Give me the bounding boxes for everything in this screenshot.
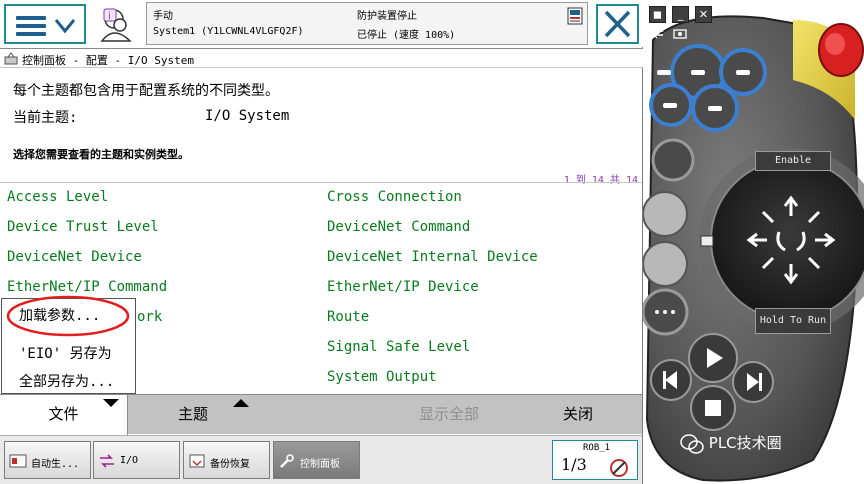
status-bar[interactable]: 手动 System1 (Y1LCWNL4VLGFQ2F) 防护装置停止 已停止 … <box>146 2 588 45</box>
task-backup-restore[interactable]: 备份恢复 <box>183 441 270 479</box>
svg-text:i: i <box>108 11 111 22</box>
command-bar: 文件 主题 显示全部 关闭 <box>0 394 642 435</box>
taskbar: 自动生... I/O 备份恢复 控制面板 ROB_1 1/3 <box>0 435 642 484</box>
topic-item[interactable]: Access Level <box>7 189 108 205</box>
chevron-down-icon <box>54 19 76 34</box>
enable-button[interactable]: Enable <box>755 151 831 171</box>
save-all-as-item[interactable]: 全部另存为... <box>19 371 114 391</box>
close-window-button[interactable] <box>596 4 639 44</box>
topic-item[interactable]: DeviceNet Device <box>7 249 142 265</box>
run-status: 已停止 (速度 100%) <box>357 30 456 41</box>
virtual-pendant: ◼ _ ✕ Enable Hold To Run <box>643 0 864 484</box>
camera-icon[interactable] <box>673 27 687 39</box>
mode-status: 手动 <box>153 11 173 22</box>
file-label: 文件 <box>48 405 79 423</box>
topic-item[interactable]: Cross Connection <box>327 189 462 205</box>
quickset-button[interactable]: ROB_1 1/3 <box>552 440 638 480</box>
system-name: System1 (Y1LCWNL4VLGFQ2F) <box>153 26 304 37</box>
wechat-icon <box>680 433 704 454</box>
show-all-button[interactable]: 显示全部 <box>384 395 514 435</box>
current-topic-label: 当前主题: <box>13 110 78 126</box>
guard-status: 防护装置停止 <box>357 11 417 22</box>
control-panel-icon <box>4 52 18 65</box>
topic-menu-button[interactable]: 主题 <box>129 395 257 435</box>
flexpendant-screen: i 手动 System1 (Y1LCWNL4VLGFQ2F) 防护装置停止 已停… <box>0 0 643 484</box>
production-window-icon <box>9 454 27 468</box>
topic-item-partial[interactable]: ork <box>137 309 162 325</box>
event-log-icon[interactable] <box>567 7 583 25</box>
robot-fraction: 1/3 <box>561 455 587 474</box>
topic-item[interactable]: EtherNet/IP Device <box>327 279 479 295</box>
speed-icon <box>610 459 628 477</box>
pendant-body <box>643 15 864 482</box>
instruction-text: 选择您需要查看的主题和实例类型。 <box>13 148 189 161</box>
watermark: PLC技术圈 <box>680 432 782 458</box>
topic-item[interactable]: Signal Safe Level <box>327 339 470 355</box>
minimize-button[interactable]: _ <box>672 6 689 23</box>
topic-item[interactable]: Route <box>327 309 369 325</box>
close-icon <box>604 10 631 38</box>
swap-icon[interactable] <box>651 27 665 39</box>
hamburger-icon <box>16 16 46 36</box>
task-control-panel[interactable]: 控制面板 <box>273 441 360 479</box>
topic-item[interactable]: DeviceNet Command <box>327 219 470 235</box>
current-topic-value: I/O System <box>205 108 290 124</box>
close-pendant-button[interactable]: ✕ <box>695 6 712 23</box>
menu-open-icon <box>103 399 119 407</box>
topic-item[interactable]: EtherNet/IP Command <box>7 279 167 295</box>
close-button[interactable]: 关闭 <box>514 395 642 435</box>
annotation-circle <box>6 295 130 337</box>
watermark-text: PLC技术圈 <box>708 434 782 452</box>
hold-to-run-button[interactable]: Hold To Run <box>755 308 831 334</box>
file-menu-button[interactable]: 文件 <box>0 395 128 435</box>
backup-icon <box>189 454 205 468</box>
user-info-icon[interactable]: i <box>98 5 138 43</box>
task-auto-production[interactable]: 自动生... <box>4 441 91 479</box>
save-eio-as-item[interactable]: 'EIO' 另存为 <box>19 343 112 363</box>
breadcrumb: 控制面板 - 配置 - I/O System <box>0 48 643 68</box>
page-description: 每个主题都包含用于配置系统的不同类型。 <box>13 83 279 99</box>
top-bar: i 手动 System1 (Y1LCWNL4VLGFQ2F) 防护装置停止 已停… <box>0 0 643 47</box>
window-menu-button[interactable]: ◼ <box>649 6 666 23</box>
menu-up-icon <box>233 399 249 407</box>
topic-item[interactable]: System Output <box>327 369 437 385</box>
main-menu-button[interactable] <box>4 4 86 44</box>
topic-item[interactable]: Device Trust Level <box>7 219 159 235</box>
robot-label: ROB_1 <box>583 443 611 453</box>
task-io[interactable]: I/O <box>93 441 180 479</box>
breadcrumb-text: 控制面板 - 配置 - I/O System <box>22 54 194 67</box>
wrench-icon <box>280 454 294 468</box>
io-icon <box>100 454 114 468</box>
topic-label: 主题 <box>177 405 208 423</box>
topic-item[interactable]: DeviceNet Internal Device <box>327 249 538 265</box>
